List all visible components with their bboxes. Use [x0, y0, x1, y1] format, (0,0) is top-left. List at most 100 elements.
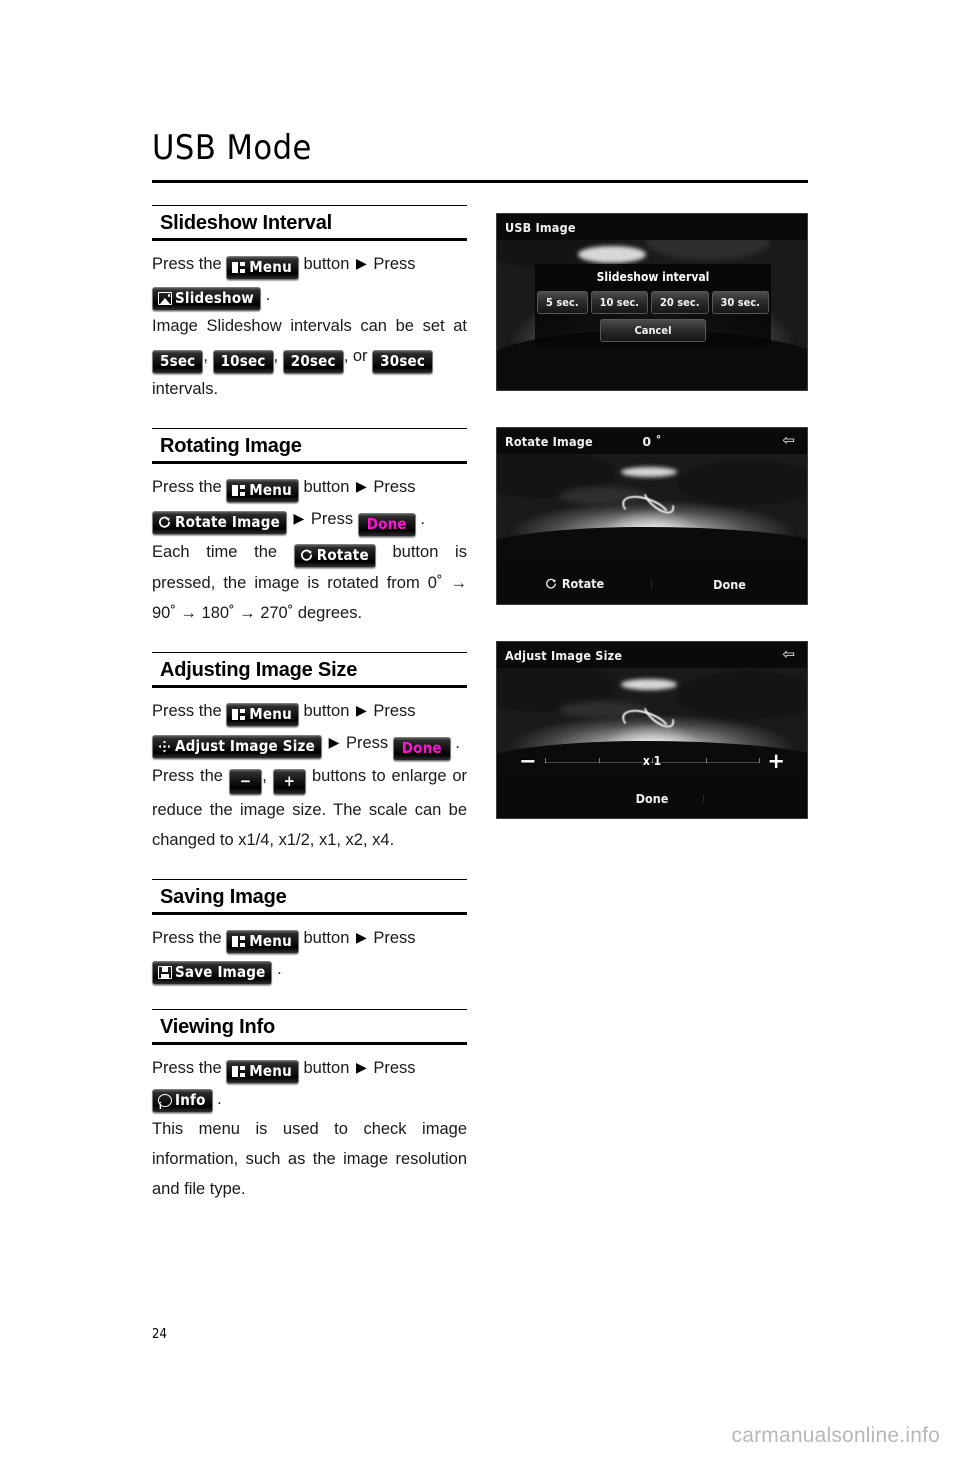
- rotate-icon: [545, 578, 557, 593]
- text-press-the: Press the: [152, 255, 222, 273]
- watermark: carmanualsonline.info: [731, 1424, 940, 1447]
- zoom-in-button[interactable]: +: [767, 750, 785, 772]
- horizon-hill: [497, 526, 807, 564]
- chip-rotate-button[interactable]: Rotate: [293, 544, 376, 568]
- chip-minus-button[interactable]: −: [228, 769, 263, 795]
- chip-menu-button[interactable]: Menu: [226, 930, 299, 954]
- interval-option-30sec[interactable]: 30 sec.: [711, 291, 769, 314]
- chip-info-button[interactable]: i Info: [152, 1089, 213, 1113]
- screen-title: Adjust Image Size: [505, 647, 623, 663]
- info-circle-icon: i: [158, 1094, 172, 1112]
- grid-menu-icon: [232, 935, 246, 948]
- chip-label: Menu: [249, 258, 292, 276]
- interval-option-10sec[interactable]: 10 sec.: [590, 291, 649, 314]
- chip-done-button[interactable]: Done: [357, 513, 416, 537]
- section-saving-image: Saving Image Press the Menu button ▶ Pre…: [152, 879, 467, 985]
- text-period: .: [455, 734, 460, 752]
- chip-20sec-button[interactable]: 20sec: [282, 350, 344, 374]
- section-body2-slideshow-interval: Image Slideshow intervals can be set at …: [152, 311, 467, 404]
- chip-label: Slideshow: [175, 289, 254, 307]
- text-intervals-end: intervals.: [152, 380, 219, 398]
- screen-header: USB Image: [497, 214, 807, 240]
- chip-label: 5sec: [160, 352, 196, 370]
- dialog-title: Slideshow interval: [596, 270, 710, 284]
- heading-text: Adjusting Image Size: [160, 659, 358, 681]
- chip-label: Menu: [249, 1062, 292, 1080]
- chip-label: 20sec: [290, 352, 336, 370]
- photo-background: [497, 454, 807, 564]
- rotate-icon: [158, 516, 172, 529]
- text-period: .: [420, 510, 425, 528]
- section-viewing-info: Viewing Info Press the Menu button ▶ Pre…: [152, 1009, 467, 1204]
- interval-option-5sec[interactable]: 5 sec.: [537, 291, 588, 314]
- chip-label: +: [283, 772, 296, 790]
- section-body-slideshow-interval: Press the Menu button ▶ Press Slideshow …: [152, 248, 467, 311]
- section-heading-saving-image: Saving Image: [152, 879, 467, 915]
- manual-page: USB Mode Slideshow Interval Press the Me…: [0, 0, 960, 1468]
- section-body-adjusting-image-size: Press the Menu button ▶ Press Adjust Ima…: [152, 695, 467, 761]
- flow-arrow-icon: ▶: [355, 929, 367, 945]
- section-heading-rotating-image: Rotating Image: [152, 428, 467, 464]
- section-rotating-image: Rotating Image Press the Menu button ▶ P…: [152, 428, 467, 628]
- chip-label: Info: [175, 1091, 206, 1109]
- chip-label: Adjust Image Size: [175, 737, 315, 755]
- zoom-out-button[interactable]: −: [519, 750, 537, 772]
- text-press: Press: [373, 478, 416, 496]
- text-press: Press: [345, 734, 389, 752]
- chip-adjust-image-size-button[interactable]: Adjust Image Size: [152, 735, 322, 759]
- text-each-time: Each time the: [152, 543, 278, 561]
- chip-plus-button[interactable]: +: [272, 769, 307, 795]
- done-label: Done: [635, 790, 669, 806]
- flow-arrow-icon: ▶: [328, 734, 340, 750]
- cancel-button[interactable]: Cancel: [599, 319, 707, 342]
- text-press: Press: [373, 702, 416, 720]
- rotate-label: Rotate: [561, 575, 605, 591]
- back-arrow-icon[interactable]: ⇦: [782, 433, 795, 449]
- done-button[interactable]: Done: [600, 790, 704, 806]
- done-button[interactable]: Done: [652, 577, 807, 592]
- chip-label: Menu: [249, 705, 292, 723]
- section-slideshow-interval: Slideshow Interval Press the Menu button…: [152, 205, 467, 404]
- section-body-saving-image: Press the Menu button ▶ Press Save Image…: [152, 922, 467, 985]
- move-arrows-icon: [158, 740, 172, 753]
- chip-save-image-button[interactable]: Save Image: [152, 961, 273, 985]
- chip-menu-button[interactable]: Menu: [226, 703, 299, 727]
- grid-menu-icon: [232, 1065, 246, 1078]
- chip-menu-button[interactable]: Menu: [226, 479, 299, 503]
- grid-menu-icon: [232, 708, 246, 721]
- flow-arrow-icon: ▶: [293, 510, 305, 526]
- back-arrow-icon[interactable]: ⇦: [782, 647, 795, 663]
- cloud-shape: [676, 672, 807, 719]
- section-body-rotating-image: Press the Menu button ▶ Press Rotate Ima…: [152, 471, 467, 537]
- cloud-shape: [621, 467, 677, 478]
- chip-menu-button[interactable]: Menu: [226, 1060, 299, 1084]
- chip-slideshow-button[interactable]: Slideshow: [152, 287, 261, 311]
- chip-done-button[interactable]: Done: [392, 737, 451, 761]
- rotate-button[interactable]: Rotate: [497, 576, 652, 593]
- chip-label: 10sec: [220, 352, 266, 370]
- chip-rotate-image-button[interactable]: Rotate Image: [152, 511, 287, 535]
- interval-option-20sec[interactable]: 20 sec.: [651, 291, 709, 314]
- text-press: Press: [373, 255, 416, 273]
- text-period: .: [265, 286, 271, 304]
- chip-menu-button[interactable]: Menu: [226, 256, 299, 280]
- adjust-control-bar: Done: [497, 778, 807, 818]
- floppy-disk-icon: [158, 966, 172, 979]
- screenshot-rotate-image: Rotate Image 0 ˚ ⇦ Rotate Done: [496, 427, 808, 605]
- text-press-the2: Press the: [152, 767, 223, 785]
- screen-header: Rotate Image 0 ˚ ⇦: [497, 428, 807, 454]
- text-press-the: Press the: [152, 478, 222, 496]
- section-body2-viewing-info: This menu is used to check image informa…: [152, 1114, 467, 1204]
- rotation-value: 0 ˚: [642, 433, 662, 449]
- heading-text: Saving Image: [160, 886, 287, 908]
- chip-10sec-button[interactable]: 10sec: [212, 350, 274, 374]
- title-divider: [152, 180, 808, 183]
- chip-label: Done: [401, 739, 442, 757]
- text-button: button: [303, 929, 350, 947]
- text-button: button: [303, 255, 350, 273]
- screenshot-adjust-image-size: Adjust Image Size ⇦ − x 1 + Done: [496, 641, 808, 819]
- chip-5sec-button[interactable]: 5sec: [152, 350, 204, 374]
- text-intervals-desc: Image Slideshow intervals can be set at: [152, 317, 467, 335]
- chip-30sec-button[interactable]: 30sec: [372, 350, 434, 374]
- cloud-shape: [621, 679, 677, 690]
